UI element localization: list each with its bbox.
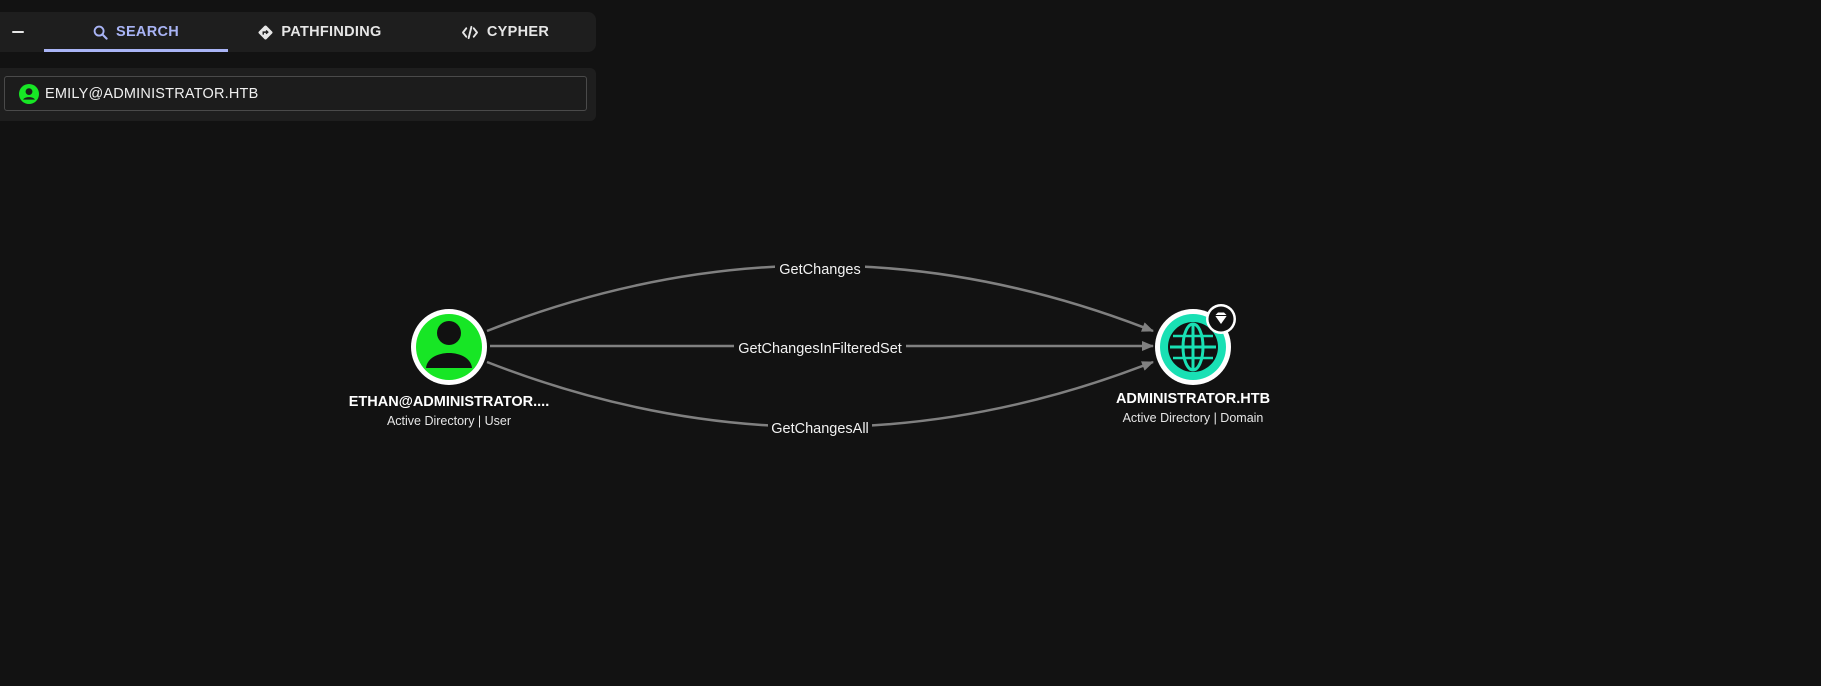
node-subtitle: Active Directory | User	[387, 414, 511, 428]
graph-edge-getchanges[interactable]: GetChanges	[486, 259, 1154, 333]
graph-edge-getchangesall[interactable]: GetChangesAll	[486, 360, 1154, 437]
edge-label: GetChanges	[779, 262, 860, 278]
node-label: ADMINISTRATOR.HTB	[1116, 391, 1270, 407]
node-subtitle: Active Directory | Domain	[1123, 411, 1264, 425]
edge-label: GetChangesAll	[771, 421, 869, 437]
gem-icon	[1206, 304, 1236, 334]
graph-edge-getchangesinfilteredset[interactable]: GetChangesInFilteredSet	[490, 338, 1154, 358]
node-label: ETHAN@ADMINISTRATOR....	[349, 394, 550, 410]
edge-label: GetChangesInFilteredSet	[738, 341, 902, 357]
graph-node-user[interactable]: ETHAN@ADMINISTRATOR.... Active Directory…	[349, 309, 550, 428]
graph-node-domain[interactable]: ADMINISTRATOR.HTB Active Directory | Dom…	[1116, 304, 1270, 425]
graph-canvas[interactable]: GetChanges GetChangesInFilteredSet GetCh…	[0, 0, 1821, 686]
